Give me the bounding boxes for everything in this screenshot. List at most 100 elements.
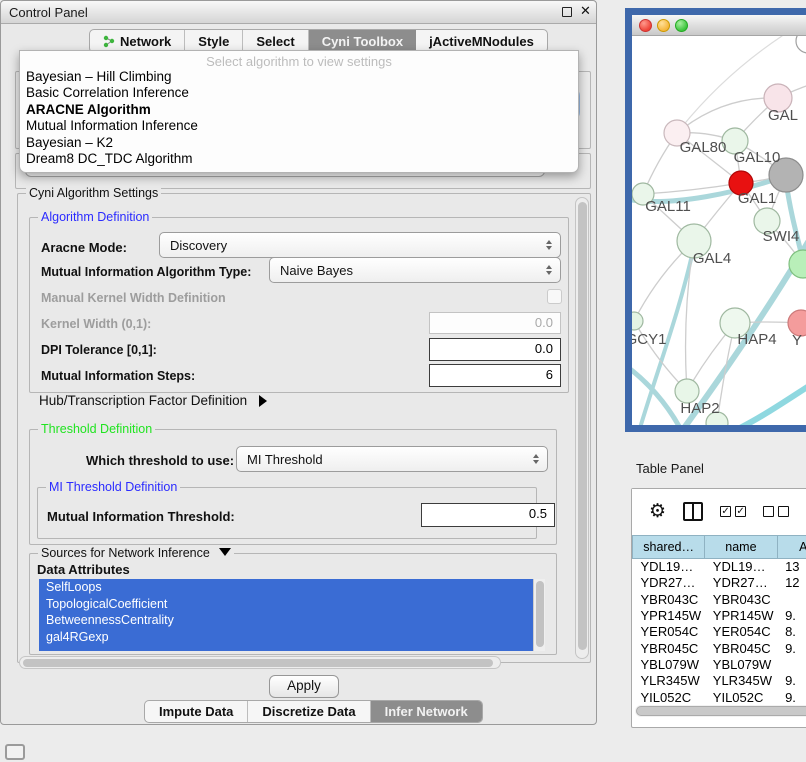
table-cell: 9. bbox=[777, 689, 806, 705]
close-traffic-light-icon[interactable] bbox=[639, 19, 652, 32]
control-panel-titlebar[interactable]: Control Panel ✕ bbox=[1, 1, 596, 24]
aracne-mode-value: Discovery bbox=[170, 238, 544, 253]
tab-jactivemnodules[interactable]: jActiveMNodules bbox=[416, 30, 547, 52]
table-row[interactable]: YBR045CYBR045C9. bbox=[633, 640, 806, 656]
tab-network[interactable]: Network bbox=[90, 30, 185, 52]
table-panel-title: Table Panel bbox=[636, 461, 704, 476]
algorithm-placeholder: Select algorithm to view settings bbox=[20, 51, 578, 69]
table-horizontal-scrollbar[interactable] bbox=[635, 705, 806, 717]
table-cell: YLR345W bbox=[705, 673, 777, 689]
table-row[interactable]: YBR043CYBR043C bbox=[633, 591, 806, 607]
tab-discretize-data[interactable]: Discretize Data bbox=[248, 701, 370, 722]
column-header[interactable]: name bbox=[705, 536, 777, 559]
tab-style[interactable]: Style bbox=[185, 30, 243, 52]
table-cell: YPR145W bbox=[633, 607, 705, 623]
column-header[interactable]: A bbox=[777, 536, 806, 559]
tab-impute-data[interactable]: Impute Data bbox=[145, 701, 248, 722]
node-label: GAL80 bbox=[680, 139, 727, 156]
table-cell: 8. bbox=[777, 624, 806, 640]
table-row[interactable]: YIL052CYIL052C9. bbox=[633, 689, 806, 705]
node-label: SWI4 bbox=[763, 228, 800, 245]
table-subwindow: ⚙ ✓✓ shared…nameA YDL19…YDL19…13YDR27…YD… bbox=[631, 488, 806, 728]
table-row[interactable]: YDL19…YDL19…13 bbox=[633, 559, 806, 575]
attribute-item[interactable]: gal4RGexp bbox=[39, 629, 533, 646]
tab-cyni-toolbox[interactable]: Cyni Toolbox bbox=[309, 30, 416, 52]
scrollbar-thumb[interactable] bbox=[636, 706, 806, 716]
mi-steps-field[interactable]: 6 bbox=[429, 364, 561, 387]
algorithm-option[interactable]: Bayesian – K2 bbox=[20, 135, 578, 151]
table-cell: 9. bbox=[777, 640, 806, 656]
hub-definition-label: Hub/Transcription Factor Definition bbox=[39, 393, 247, 408]
tab-infer-network[interactable]: Infer Network bbox=[371, 701, 482, 722]
network-edge bbox=[786, 181, 803, 260]
combo-arrows-icon bbox=[531, 454, 547, 464]
node-label: GAL bbox=[768, 107, 798, 124]
network-window-titlebar[interactable] bbox=[632, 15, 806, 36]
which-threshold-label: Which threshold to use: bbox=[86, 453, 234, 468]
table-row[interactable]: YER054CYER054C8. bbox=[633, 624, 806, 640]
float-window-icon[interactable] bbox=[562, 7, 572, 17]
aracne-mode-label: Aracne Mode: bbox=[41, 240, 127, 255]
network-icon bbox=[103, 35, 116, 48]
settings-vertical-scrollbar[interactable] bbox=[575, 197, 589, 659]
bottom-tab-strip: Impute Data Discretize Data Infer Networ… bbox=[144, 700, 483, 723]
manual-kernel-checkbox[interactable] bbox=[547, 289, 562, 304]
sources-title-label: Sources for Network Inference bbox=[41, 546, 210, 560]
data-attributes-list[interactable]: SelfLoopsTopologicalCoefficientBetweenne… bbox=[39, 579, 545, 651]
scrollbar-thumb[interactable] bbox=[536, 581, 544, 647]
attribute-item[interactable]: TopologicalCoefficient bbox=[39, 596, 533, 613]
minimize-traffic-light-icon[interactable] bbox=[657, 19, 670, 32]
table-cell: 12 bbox=[777, 575, 806, 591]
table-row[interactable]: YPR145WYPR145W9. bbox=[633, 607, 806, 623]
network-edge bbox=[740, 384, 806, 425]
algorithm-option[interactable]: Basic Correlation Inference bbox=[20, 85, 578, 101]
network-canvas[interactable]: GALGAL80GAL10GAL1GAL11SWI4GAL4GCY1HAP4YH… bbox=[632, 36, 806, 425]
zoom-traffic-light-icon[interactable] bbox=[675, 19, 688, 32]
kernel-width-field[interactable]: 0.0 bbox=[429, 312, 561, 334]
table-cell: YDL19… bbox=[633, 559, 705, 575]
split-columns-icon[interactable] bbox=[683, 502, 703, 521]
algorithm-option[interactable]: Mutual Information Inference bbox=[20, 118, 578, 134]
scrollbar-thumb[interactable] bbox=[578, 202, 587, 650]
table-cell: YDR27… bbox=[705, 575, 777, 591]
mi-threshold-label: Mutual Information Threshold: bbox=[47, 509, 235, 524]
mi-type-combobox[interactable]: Naive Bayes bbox=[269, 257, 561, 283]
table-cell: YIL052C bbox=[705, 689, 777, 705]
mi-threshold-field[interactable]: 0.5 bbox=[421, 503, 555, 527]
unchecked-boxes-icon[interactable] bbox=[763, 506, 789, 517]
sources-title[interactable]: Sources for Network Inference bbox=[38, 546, 234, 560]
dpi-tolerance-field[interactable]: 0.0 bbox=[429, 338, 561, 361]
node-label: GAL10 bbox=[734, 149, 781, 166]
table-row[interactable]: YLR345WYLR345W9. bbox=[633, 673, 806, 689]
attributes-scrollbar[interactable] bbox=[533, 579, 545, 651]
table-panel-header: Table Panel bbox=[625, 452, 806, 484]
settings-horizontal-scrollbar[interactable] bbox=[19, 656, 501, 669]
algorithm-option[interactable]: ARACNE Algorithm bbox=[20, 102, 578, 118]
algorithm-option[interactable]: Bayesian – Hill Climbing bbox=[20, 69, 578, 85]
table-cell: YER054C bbox=[633, 624, 705, 640]
apply-button[interactable]: Apply bbox=[269, 675, 339, 698]
dpi-tolerance-label: DPI Tolerance [0,1]: bbox=[41, 343, 157, 357]
column-header[interactable]: shared… bbox=[633, 536, 705, 559]
which-threshold-combobox[interactable]: MI Threshold bbox=[236, 446, 548, 472]
table-row[interactable]: YBL079WYBL079W bbox=[633, 656, 806, 672]
scrollbar-thumb[interactable] bbox=[23, 659, 493, 667]
network-node[interactable] bbox=[796, 36, 806, 53]
attribute-item[interactable]: SelfLoops bbox=[39, 579, 533, 596]
close-icon[interactable]: ✕ bbox=[580, 3, 591, 19]
table-cell: 9. bbox=[777, 607, 806, 623]
aracne-mode-combobox[interactable]: Discovery bbox=[159, 232, 561, 258]
table-cell: YBL079W bbox=[705, 656, 777, 672]
hub-definition-toggle[interactable]: Hub/Transcription Factor Definition bbox=[39, 393, 267, 408]
attribute-item[interactable]: BetweennessCentrality bbox=[39, 612, 533, 629]
gear-icon[interactable]: ⚙ bbox=[649, 500, 666, 523]
network-edge bbox=[677, 36, 782, 133]
tab-select[interactable]: Select bbox=[243, 30, 308, 52]
table-row[interactable]: YDR27…YDR27…12 bbox=[633, 575, 806, 591]
algorithm-option[interactable]: Dream8 DC_TDC Algorithm bbox=[20, 151, 578, 167]
table-cell: YLR345W bbox=[633, 673, 705, 689]
collapsed-panel-icon[interactable] bbox=[5, 744, 25, 760]
node-label: GAL1 bbox=[738, 190, 776, 207]
checked-boxes-icon[interactable]: ✓✓ bbox=[720, 506, 746, 517]
network-node[interactable] bbox=[632, 312, 643, 330]
